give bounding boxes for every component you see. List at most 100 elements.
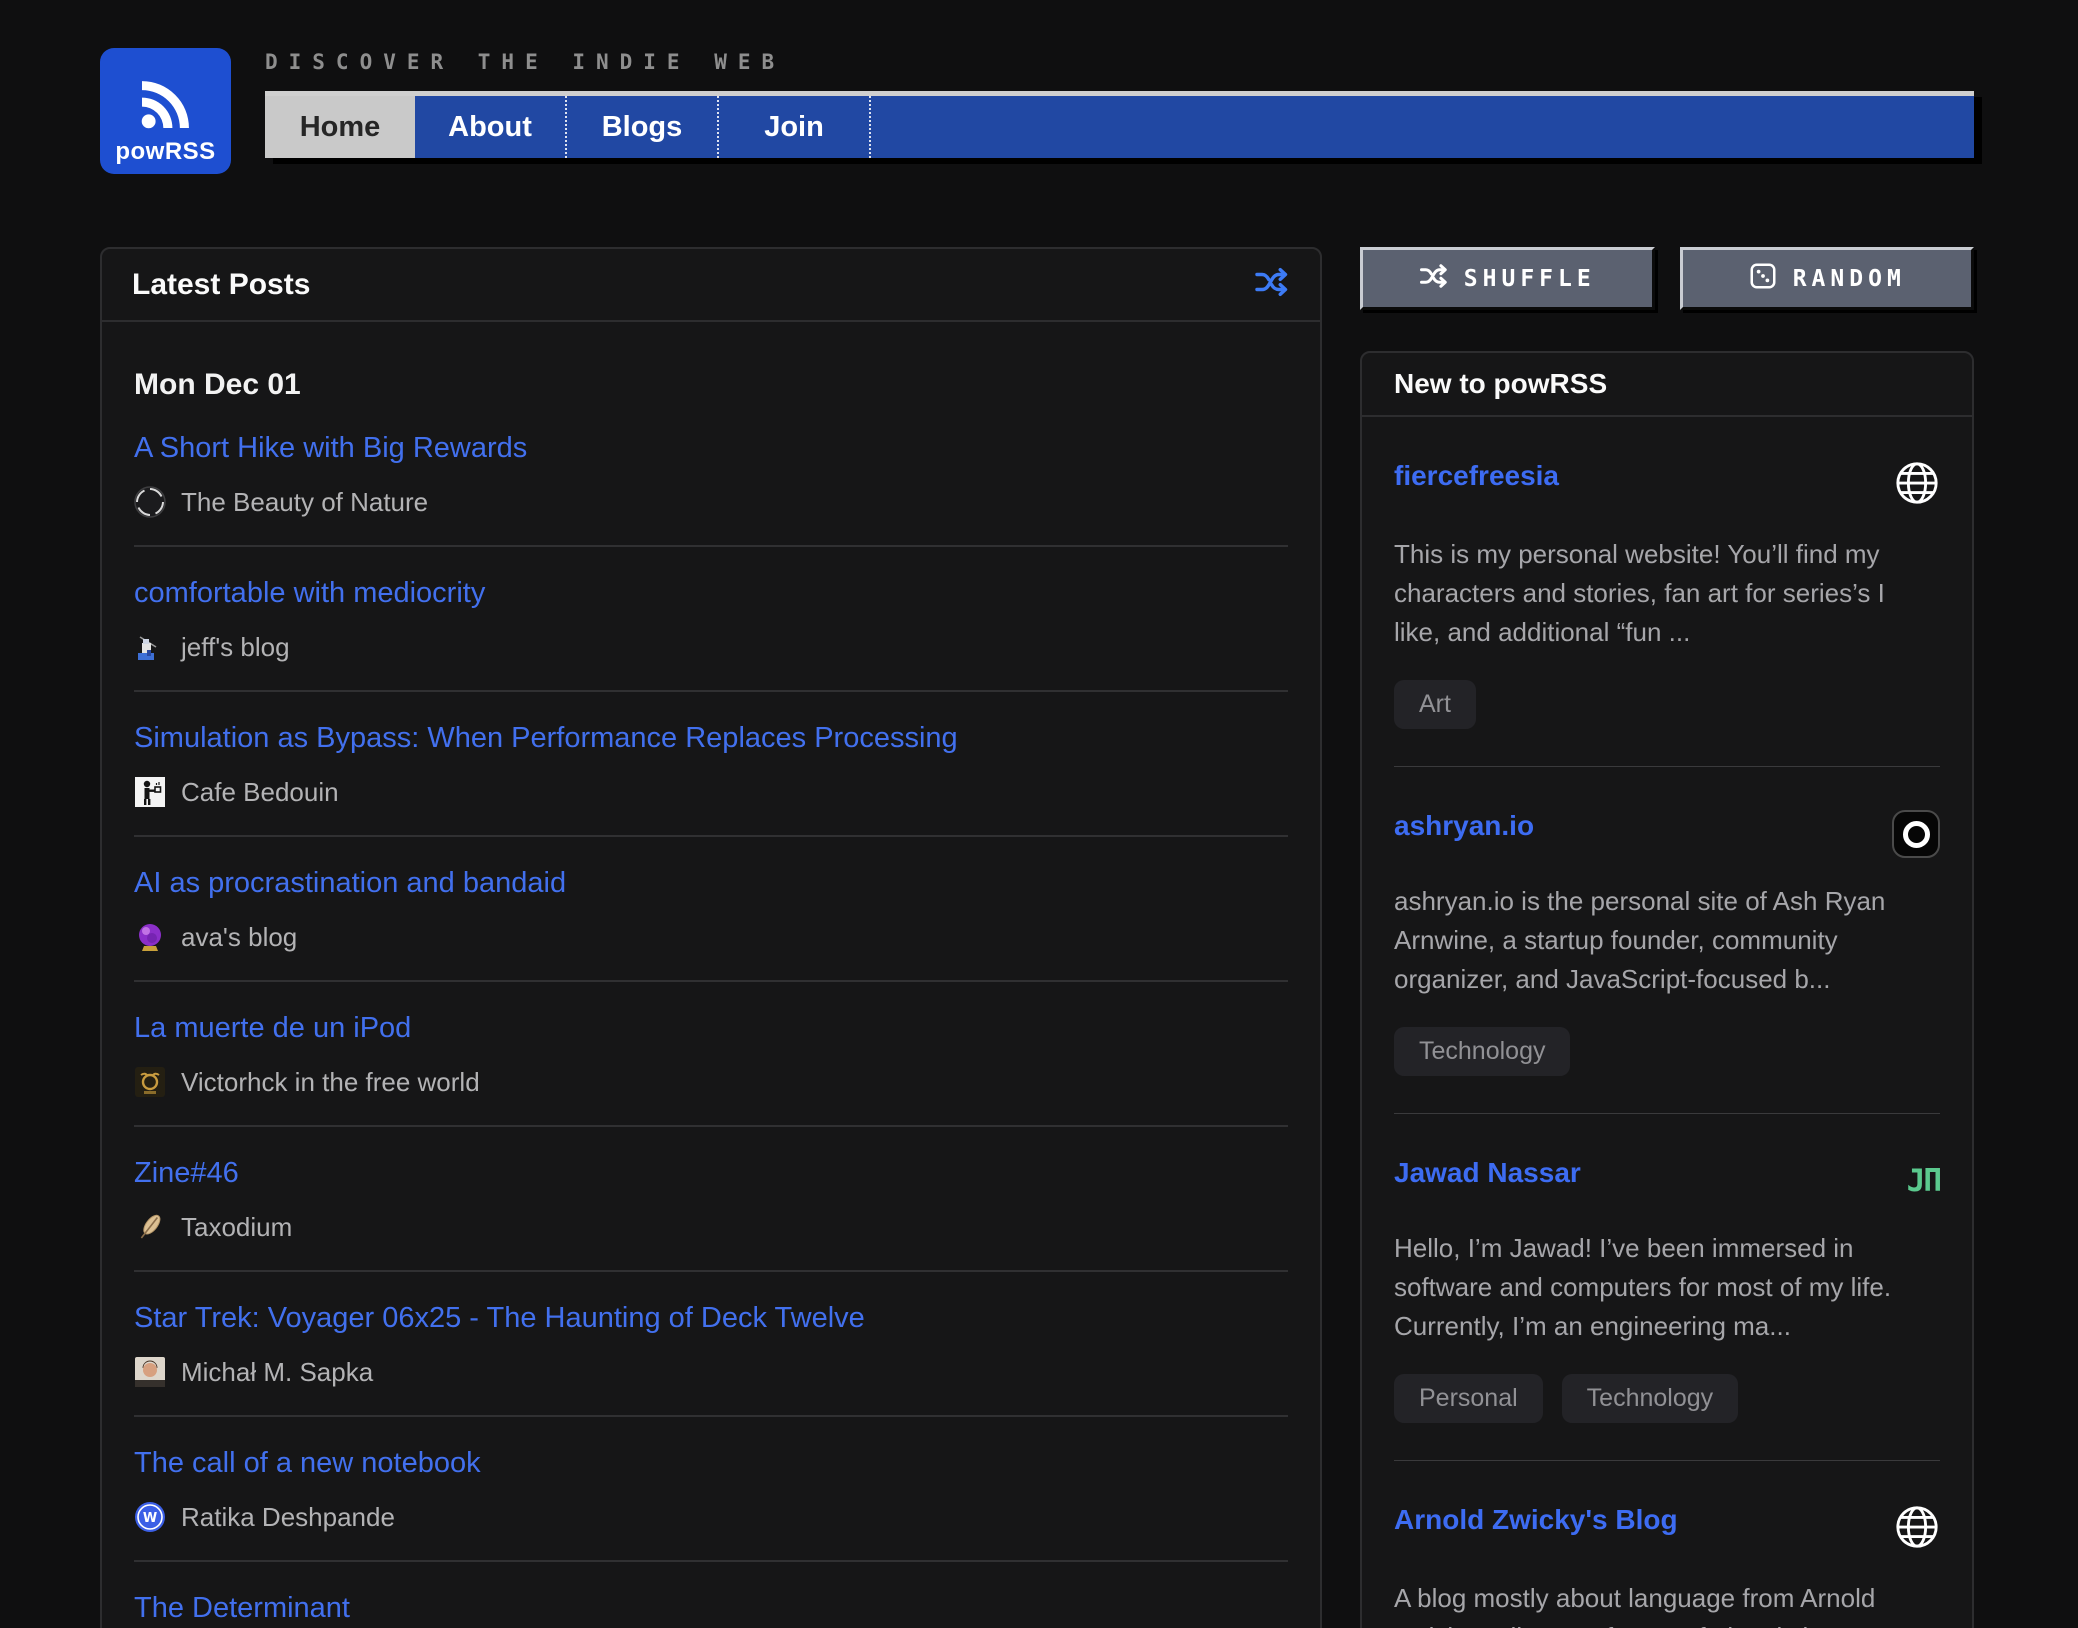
- tab-blogs[interactable]: Blogs: [567, 96, 717, 158]
- post-title-link[interactable]: The Determinant: [134, 1589, 350, 1627]
- post-meta: Michał M. Sapka: [134, 1356, 1288, 1388]
- blog-description: A blog mostly about language from Arnold…: [1394, 1579, 1924, 1628]
- post-item: The call of a new notebook W Ratika Desh…: [134, 1417, 1288, 1562]
- shuffle-icon: [1419, 261, 1449, 297]
- entry-header: ashryan.io: [1394, 810, 1940, 858]
- random-button-label: RANDOM: [1793, 266, 1906, 292]
- site-header: powRSS DISCOVER THE INDIE WEB Home About…: [100, 48, 1974, 174]
- powrss-logo[interactable]: powRSS: [100, 48, 231, 174]
- tag-chip[interactable]: Technology: [1394, 1027, 1570, 1076]
- post-title-link[interactable]: Zine#46: [134, 1154, 239, 1192]
- blog-name: ava's blog: [181, 922, 297, 953]
- logo-text: powRSS: [115, 138, 215, 166]
- random-button[interactable]: RANDOM: [1680, 247, 1975, 310]
- new-to-powrss-header: New to powRSS: [1362, 353, 1972, 417]
- post-title-link[interactable]: The call of a new notebook: [134, 1444, 481, 1482]
- blog-entry: Jawad Nassar JΠ Hello, I’m Jawad! I’ve b…: [1394, 1114, 1940, 1461]
- tab-join[interactable]: Join: [719, 96, 869, 158]
- post-meta: jeff's blog: [134, 631, 1288, 663]
- sidebar: SHUFFLE RANDOM New to: [1360, 247, 1974, 1628]
- rss-icon: [132, 72, 200, 138]
- tag-row: Technology: [1394, 1027, 1940, 1076]
- tag-chip[interactable]: Art: [1394, 680, 1476, 729]
- post-meta: Cafe Bedouin: [134, 776, 1288, 808]
- pixel-fisher-favicon: [134, 631, 166, 663]
- blog-name: Taxodium: [181, 1212, 292, 1243]
- blog-entry: Arnold Zwicky's Blog: [1394, 1461, 1940, 1628]
- post-item: A Short Hike with Big Rewards: [134, 402, 1288, 547]
- page: powRSS DISCOVER THE INDIE WEB Home About…: [0, 0, 2078, 1628]
- ring-logo-icon: [1892, 810, 1940, 858]
- blog-description: Hello, I’m Jawad! I’ve been immersed in …: [1394, 1229, 1924, 1346]
- post-meta: ava's blog: [134, 921, 1288, 953]
- post-meta: The Beauty of Nature: [134, 486, 1288, 518]
- tag-row: Personal Technology: [1394, 1374, 1940, 1423]
- cafe-figure-favicon: [134, 776, 166, 808]
- entry-header: Arnold Zwicky's Blog: [1394, 1504, 1940, 1555]
- post-title-link[interactable]: La muerte de un iPod: [134, 1009, 411, 1047]
- post-title-link[interactable]: Star Trek: Voyager 06x25 - The Haunting …: [134, 1299, 865, 1337]
- blog-name: Victorhck in the free world: [181, 1067, 480, 1098]
- main-nav: Home About Blogs Join: [265, 91, 1974, 158]
- tab-about[interactable]: About: [415, 96, 565, 158]
- tag-row: Art: [1394, 680, 1940, 729]
- posts-list: Mon Dec 01 A Short Hike with Big Rewards: [102, 368, 1320, 1628]
- shuffle-icon[interactable]: [1254, 264, 1290, 305]
- header-right: DISCOVER THE INDIE WEB Home About Blogs …: [265, 48, 1974, 158]
- new-to-powrss-title: New to powRSS: [1394, 368, 1607, 399]
- blog-description: This is my personal website! You’ll find…: [1394, 535, 1924, 652]
- blog-entry-link[interactable]: Jawad Nassar: [1394, 1157, 1581, 1189]
- post-meta: Victorhck in the free world: [134, 1066, 1288, 1098]
- sidebar-buttons: SHUFFLE RANDOM: [1360, 247, 1974, 310]
- blog-entry-link[interactable]: fiercefreesia: [1394, 460, 1559, 492]
- aperture-favicon: [134, 486, 166, 518]
- post-item: comfortable with mediocrity jeff's b: [134, 547, 1288, 692]
- blog-name: Ratika Deshpande: [181, 1502, 395, 1533]
- post-title-link[interactable]: AI as procrastination and bandaid: [134, 864, 566, 902]
- globe-icon: [1894, 460, 1940, 511]
- post-meta: W Ratika Deshpande: [134, 1501, 1288, 1533]
- main-content: Latest Posts Mon Dec 01 A Short Hike wit…: [100, 247, 1974, 1628]
- latest-posts-header: Latest Posts: [102, 249, 1320, 322]
- post-item: La muerte de un iPod Victorhck in the fr…: [134, 982, 1288, 1127]
- site-tagline: DISCOVER THE INDIE WEB: [265, 50, 1974, 74]
- jn-monogram-icon: JΠ: [1907, 1157, 1940, 1205]
- blog-entry: ashryan.io ashryan.io is the personal si…: [1394, 767, 1940, 1114]
- crystal-ball-favicon: [134, 921, 166, 953]
- post-title-link[interactable]: Simulation as Bypass: When Performance R…: [134, 719, 958, 757]
- post-item: Simulation as Bypass: When Performance R…: [134, 692, 1288, 837]
- blog-entry-link[interactable]: Arnold Zwicky's Blog: [1394, 1504, 1678, 1536]
- nav-separator: [869, 96, 871, 158]
- new-blogs-list: fiercefreesia Th: [1362, 417, 1972, 1628]
- blog-name: Cafe Bedouin: [181, 777, 339, 808]
- tab-home[interactable]: Home: [265, 96, 415, 158]
- post-title-link[interactable]: A Short Hike with Big Rewards: [134, 429, 527, 467]
- date-heading: Mon Dec 01: [134, 368, 1288, 402]
- post-item: The Determinant: [134, 1562, 1288, 1628]
- blog-name: jeff's blog: [181, 632, 290, 663]
- wordpress-favicon: W: [134, 1501, 166, 1533]
- globe-icon: [1894, 1504, 1940, 1555]
- feather-favicon: [134, 1211, 166, 1243]
- blog-entry-link[interactable]: ashryan.io: [1394, 810, 1534, 842]
- shuffle-button-label: SHUFFLE: [1464, 266, 1596, 292]
- gnu-favicon: [134, 1066, 166, 1098]
- post-item: Zine#46 Taxodium: [134, 1127, 1288, 1272]
- tag-chip[interactable]: Personal: [1394, 1374, 1543, 1423]
- entry-header: fiercefreesia: [1394, 460, 1940, 511]
- blog-name: Michał M. Sapka: [181, 1357, 373, 1388]
- blog-entry: fiercefreesia Th: [1394, 417, 1940, 767]
- dice-icon: [1748, 261, 1778, 297]
- post-item: Star Trek: Voyager 06x25 - The Haunting …: [134, 1272, 1288, 1417]
- post-title-link[interactable]: comfortable with mediocrity: [134, 574, 485, 612]
- tag-chip[interactable]: Technology: [1562, 1374, 1738, 1423]
- portrait-favicon: [134, 1356, 166, 1388]
- post-meta: Taxodium: [134, 1211, 1288, 1243]
- entry-header: Jawad Nassar JΠ: [1394, 1157, 1940, 1205]
- post-item: AI as procrastination and bandaid ava's …: [134, 837, 1288, 982]
- latest-posts-title: Latest Posts: [132, 268, 310, 302]
- shuffle-button[interactable]: SHUFFLE: [1360, 247, 1655, 310]
- latest-posts-panel: Latest Posts Mon Dec 01 A Short Hike wit…: [100, 247, 1322, 1628]
- blog-description: ashryan.io is the personal site of Ash R…: [1394, 882, 1924, 999]
- svg-text:W: W: [143, 1511, 157, 1526]
